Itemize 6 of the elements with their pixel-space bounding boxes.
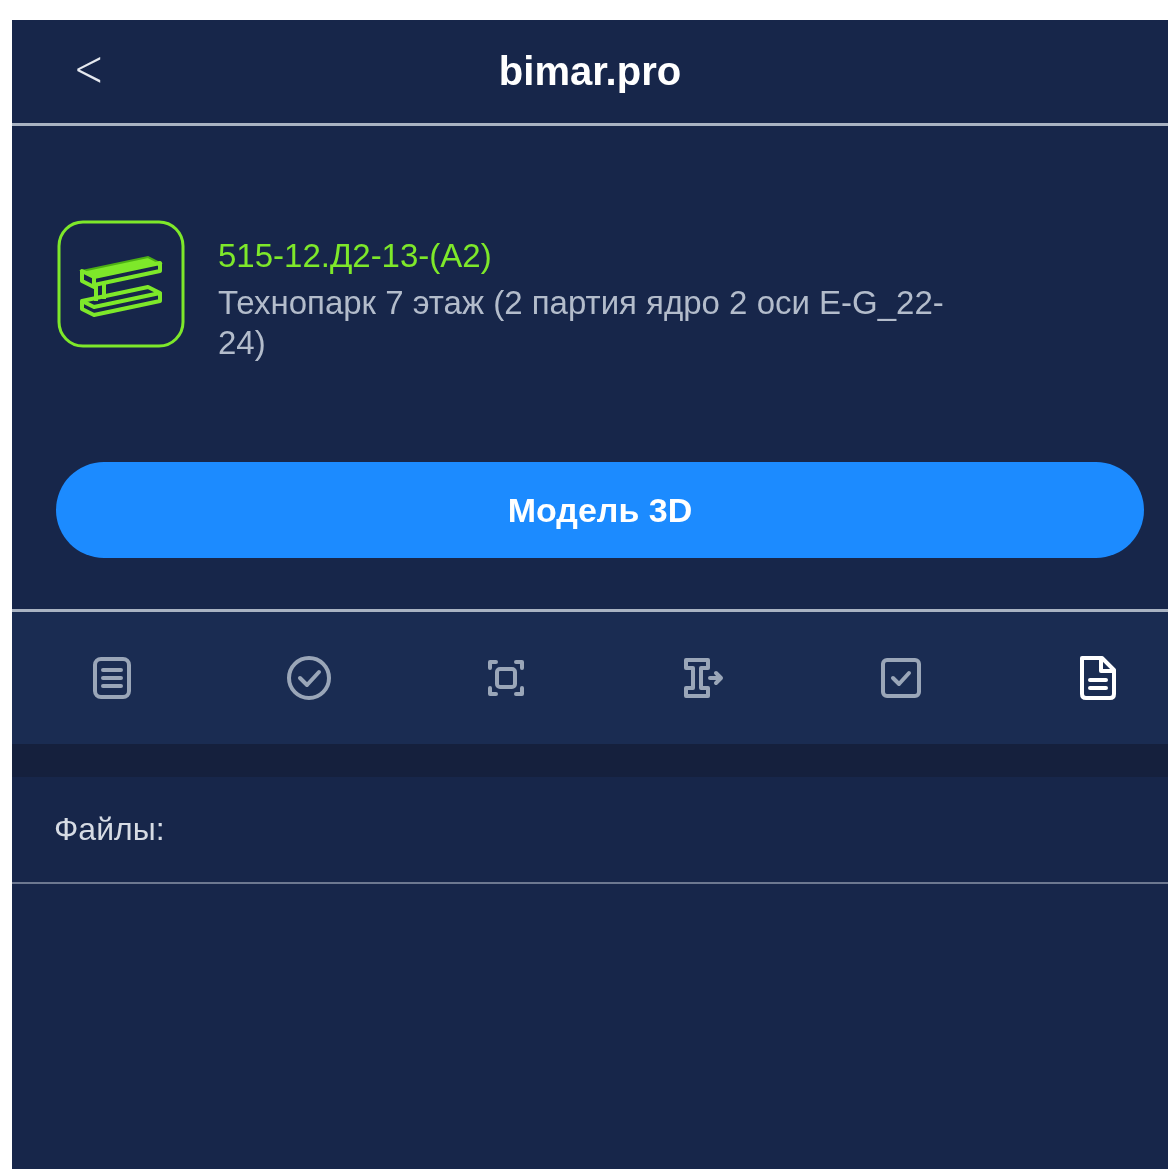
element-description: Технопарк 7 этаж (2 партия ядро 2 оси E-G_22-24) [218, 283, 945, 363]
steel-beam-icon [56, 219, 186, 349]
files-label: Файлы: [54, 811, 165, 848]
element-code: 515-12.Д2-13-(А2) [218, 237, 493, 275]
back-button[interactable]: < [73, 38, 105, 98]
page-title: bimar.pro [498, 49, 682, 94]
